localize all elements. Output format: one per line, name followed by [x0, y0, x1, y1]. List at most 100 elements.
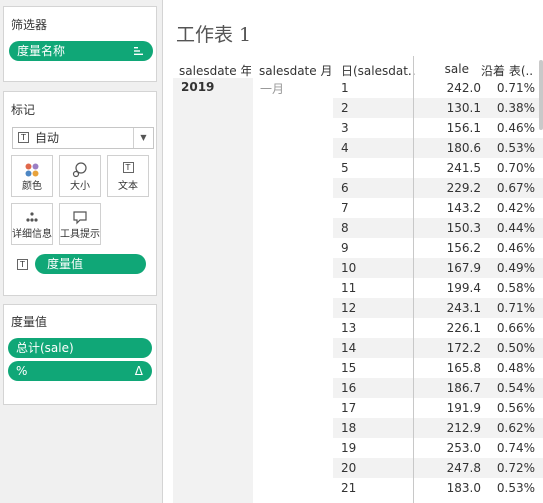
table-row[interactable]: 12 243.1 0.71% — [333, 298, 543, 318]
pct-cell: 0.53% — [496, 141, 535, 155]
size-icon — [60, 162, 100, 178]
mark-type-dropdown[interactable]: T 自动 ▼ — [12, 127, 154, 149]
table-row[interactable]: 11 199.4 0.58% — [333, 278, 543, 298]
table-row[interactable]: 19 253.0 0.74% — [333, 438, 543, 458]
filters-title: 筛选器 — [11, 18, 48, 32]
table-row[interactable]: 20 247.8 0.72% — [333, 458, 543, 478]
day-cell: 18 — [341, 421, 357, 435]
day-cell: 11 — [341, 281, 357, 295]
tooltip-button[interactable]: 工具提示 — [59, 203, 101, 245]
text-button[interactable]: T 文本 — [107, 155, 149, 197]
sale-cell: 242.0 — [446, 81, 481, 95]
sale-cell: 180.6 — [446, 141, 481, 155]
header-sale[interactable]: sale — [417, 62, 469, 76]
table-row[interactable]: 5 241.5 0.70% — [333, 158, 543, 178]
table-row[interactable]: 8 150.3 0.44% — [333, 218, 543, 238]
table-row[interactable]: 16 186.7 0.54% — [333, 378, 543, 398]
sale-cell: 130.1 — [446, 101, 481, 115]
header-day[interactable]: 日(salesdat.. — [341, 62, 415, 79]
table-row[interactable]: 21 183.0 0.53% — [333, 478, 543, 498]
sale-cell: 241.5 — [446, 161, 481, 175]
day-cell: 21 — [341, 481, 357, 495]
table-row[interactable]: 10 167.9 0.49% — [333, 258, 543, 278]
sale-cell: 156.2 — [446, 241, 481, 255]
pct-cell: 0.71% — [496, 301, 535, 315]
table-row[interactable]: 3 156.1 0.46% — [333, 118, 543, 138]
pct-cell: 0.49% — [496, 261, 535, 275]
detail-label: 详细信息 — [12, 229, 52, 240]
sheet-title: 工作表 1 — [176, 24, 252, 46]
sale-cell: 253.0 — [446, 441, 481, 455]
color-dots-icon — [12, 162, 52, 178]
header-pct[interactable]: 沿着 表(.. — [481, 62, 543, 79]
table-row[interactable]: 9 156.2 0.46% — [333, 238, 543, 258]
pct-cell: 0.42% — [496, 201, 535, 215]
chevron-down-icon[interactable]: ▼ — [133, 128, 153, 148]
day-cell: 7 — [341, 201, 349, 215]
day-cell: 4 — [341, 141, 349, 155]
detail-button[interactable]: 详细信息 — [11, 203, 53, 245]
table-row[interactable]: 4 180.6 0.53% — [333, 138, 543, 158]
header-month[interactable]: salesdate 月 — [259, 62, 331, 79]
table-row[interactable]: 2 130.1 0.38% — [333, 98, 543, 118]
day-cell: 3 — [341, 121, 349, 135]
scrollbar[interactable] — [539, 60, 543, 130]
table-row[interactable]: 13 226.1 0.66% — [333, 318, 543, 338]
pct-cell: 0.44% — [496, 221, 535, 235]
sale-cell: 229.2 — [446, 181, 481, 195]
day-cell: 9 — [341, 241, 349, 255]
table-row[interactable]: 17 191.9 0.56% — [333, 398, 543, 418]
measure-values-pill-label: 度量值 — [47, 257, 84, 271]
day-cell: 15 — [341, 361, 357, 375]
measure-values-title: 度量值 — [11, 315, 48, 329]
pct-cell: 0.58% — [496, 281, 535, 295]
day-cell: 6 — [341, 181, 349, 195]
sale-cell: 191.9 — [446, 401, 481, 415]
year-value: 2019 — [181, 80, 215, 94]
text-icon: T — [108, 162, 148, 178]
table-row[interactable]: 6 229.2 0.67% — [333, 178, 543, 198]
measure-values-pill[interactable]: 度量值 — [35, 254, 146, 274]
sale-cell: 212.9 — [446, 421, 481, 435]
filter-pill-label: 度量名称 — [17, 44, 66, 58]
filters-card: 筛选器 度量名称 — [3, 6, 157, 82]
month-value: 一月 — [260, 82, 285, 96]
table-row[interactable]: 7 143.2 0.42% — [333, 198, 543, 218]
sale-cell: 156.1 — [446, 121, 481, 135]
size-button[interactable]: 大小 — [59, 155, 101, 197]
day-cell: 2 — [341, 101, 349, 115]
size-label: 大小 — [70, 181, 90, 192]
color-label: 颜色 — [22, 181, 42, 192]
text-mark-icon: T — [18, 132, 29, 143]
sale-cell: 243.1 — [446, 301, 481, 315]
pct-cell: 0.38% — [496, 101, 535, 115]
day-cell: 14 — [341, 341, 357, 355]
table-row[interactable]: 14 172.2 0.50% — [333, 338, 543, 358]
header-year[interactable]: salesdate 年 — [179, 62, 251, 79]
sale-cell: 167.9 — [446, 261, 481, 275]
table-row[interactable]: 18 212.9 0.62% — [333, 418, 543, 438]
delta-icon: Δ — [134, 364, 143, 378]
sale-cell: 143.2 — [446, 201, 481, 215]
table-row[interactable]: 1 242.0 0.71% — [333, 78, 543, 98]
table-row[interactable]: 15 165.8 0.48% — [333, 358, 543, 378]
pct-cell: 0.53% — [496, 481, 535, 495]
day-cell: 20 — [341, 461, 357, 475]
percent-pill[interactable]: % Δ — [8, 361, 152, 381]
day-cell: 17 — [341, 401, 357, 415]
sale-cell: 199.4 — [446, 281, 481, 295]
pct-cell: 0.54% — [496, 381, 535, 395]
day-cell: 8 — [341, 221, 349, 235]
color-button[interactable]: 颜色 — [11, 155, 53, 197]
day-cell: 1 — [341, 81, 349, 95]
sale-cell: 172.2 — [446, 341, 481, 355]
worksheet-view: 工作表 1 salesdate 年 salesdate 月 日(salesdat… — [162, 0, 543, 503]
filter-pill-measure-names[interactable]: 度量名称 — [9, 41, 153, 61]
tooltip-label: 工具提示 — [60, 229, 100, 240]
marks-card: 标记 T 自动 ▼ 颜色 大小 T 文本 详细信息 工具提示 T 度量值 — [3, 91, 157, 296]
sum-sale-pill[interactable]: 总计(sale) — [8, 338, 152, 358]
text-label: 文本 — [118, 181, 138, 192]
pct-cell: 0.46% — [496, 241, 535, 255]
day-cell: 5 — [341, 161, 349, 175]
mark-type-value: 自动 — [35, 131, 60, 145]
